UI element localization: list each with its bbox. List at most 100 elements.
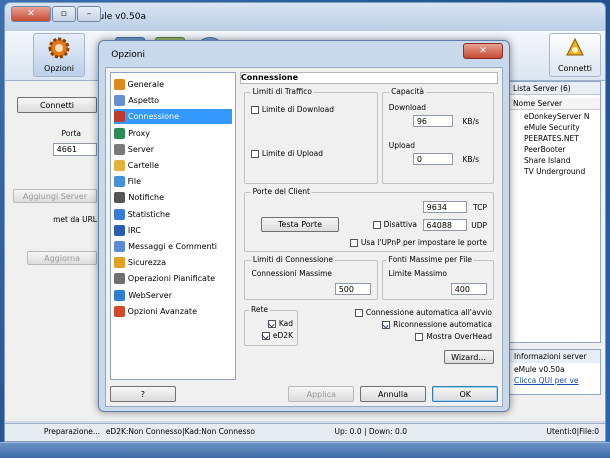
help-button[interactable]: ?: [110, 386, 176, 402]
tree-item-scheduler[interactable]: Operazioni Pianificate: [114, 271, 232, 286]
download-limit-option[interactable]: Limite di Download: [251, 105, 334, 114]
server-row[interactable]: eDonkeyServer N: [510, 112, 600, 123]
tree-item-folders[interactable]: Cartelle: [114, 158, 232, 173]
upload-limit-option[interactable]: Limite di Upload: [251, 149, 323, 158]
tcp-port-field[interactable]: 9634: [423, 201, 467, 213]
server-row[interactable]: TV Underground: [510, 167, 600, 178]
scheduler-icon: [114, 273, 125, 285]
tcp-label: TCP: [473, 203, 487, 212]
max-sources-label: Fonti Massime per File: [387, 255, 475, 264]
show-overhead-label: Mostra OverHead: [426, 332, 492, 341]
irc-icon: [114, 224, 125, 236]
tree-item-label: Operazioni Pianificate: [128, 274, 216, 284]
download-capacity-field[interactable]: 96: [413, 115, 453, 127]
capacity-group: Capacità Download 96 KB/s Upload 0 KB/s: [382, 87, 494, 184]
minimize-button[interactable]: –: [77, 6, 101, 22]
upload-capacity-field[interactable]: 0: [413, 153, 453, 165]
test-ports-button[interactable]: Testa Porte: [261, 217, 339, 232]
tree-item-proxy[interactable]: Proxy: [114, 126, 232, 141]
section-header: Connessione: [240, 72, 498, 84]
general-icon: [114, 79, 125, 90]
tree-item-label: Connessione: [128, 112, 179, 122]
ed2k-option[interactable]: eD2K: [261, 331, 293, 340]
server-row[interactable]: PEERATES.NET: [510, 134, 600, 145]
messages-icon: [114, 241, 125, 252]
disable-udp-checkbox[interactable]: [372, 220, 381, 229]
show-overhead-checkbox[interactable]: [415, 332, 424, 341]
tree-item-advanced[interactable]: Opzioni Avanzate: [114, 304, 232, 319]
tree-item-webserver[interactable]: WebServer: [114, 288, 232, 303]
reconnect-option[interactable]: Riconnessione automatica: [382, 320, 492, 329]
ok-button[interactable]: OK: [432, 386, 498, 402]
upnp-label: Usa l'UPnP per impostare le porte: [360, 238, 487, 247]
taskbar: [0, 442, 610, 458]
tree-item-general[interactable]: Generale: [114, 77, 232, 92]
dialog-close-button[interactable]: ✕: [463, 43, 503, 59]
tree-item-label: Opzioni Avanzate: [128, 306, 198, 316]
port-field[interactable]: 4661: [53, 143, 97, 156]
side-pane: Connetti Porta 4661 Aggiungi Server met …: [9, 85, 101, 385]
wizard-button[interactable]: Wizard...: [444, 350, 494, 364]
status-bar: Utenti:0|File:0 Up: 0.0 | Down: 0.0 eD2K…: [5, 423, 605, 441]
server-row[interactable]: Share Island: [510, 156, 600, 167]
max-limit-label: Limite Massimo: [389, 269, 448, 278]
tree-item-irc[interactable]: IRC: [114, 223, 232, 238]
capacity-group-label: Capacità: [389, 87, 426, 96]
toolbar-connect-button[interactable]: Connetti: [549, 33, 601, 77]
apply-button[interactable]: Applica: [288, 386, 354, 402]
tree-item-statistics[interactable]: Statistiche: [114, 207, 232, 222]
tree-item-file[interactable]: File: [114, 174, 232, 189]
auto-connect-checkbox[interactable]: [354, 308, 363, 317]
tree-item-messages[interactable]: Messaggi e Commenti: [114, 239, 232, 254]
maximize-button[interactable]: ▫: [52, 6, 76, 22]
upload-unit: KB/s: [462, 155, 480, 164]
tree-item-appearance[interactable]: Aspetto: [114, 93, 232, 108]
side-connect-button[interactable]: Connetti: [17, 97, 97, 113]
cancel-button[interactable]: Annulla: [360, 386, 426, 402]
disable-udp-option[interactable]: Disattiva: [372, 220, 417, 229]
statistics-icon: [114, 208, 125, 220]
kad-label: Kad: [278, 319, 293, 328]
tree-item-notifications[interactable]: Notifiche: [114, 190, 232, 205]
toolbar-options-button[interactable]: Opzioni: [33, 33, 85, 77]
mirrored-screen: eMule v0.50a – ▫ ✕ Connetti Opzioni List…: [0, 0, 610, 458]
tree-item-label: Aspetto: [128, 96, 159, 106]
server-column-header[interactable]: Nome Server: [510, 98, 600, 110]
ed2k-label: eD2K: [272, 331, 293, 340]
tree-item-connection[interactable]: Connessione: [114, 109, 232, 125]
upload-limit-checkbox[interactable]: [251, 149, 259, 158]
add-server-button[interactable]: Aggiungi Server: [13, 189, 97, 203]
kad-checkbox[interactable]: [267, 319, 276, 328]
auto-connect-option[interactable]: Connessione automatica all'avvio: [354, 308, 492, 317]
server-row[interactable]: eMule Security: [510, 123, 600, 134]
upnp-option[interactable]: Usa l'UPnP per impostare le porte: [349, 238, 487, 247]
server-info-version: eMule v0.50a: [514, 365, 565, 374]
update-met-button[interactable]: Aggiorna: [27, 251, 97, 265]
tree-item-label: Cartelle: [128, 161, 160, 170]
max-sources-group: Fonti Massime per File Limite Massimo 40…: [382, 255, 494, 300]
tree-item-label: File: [128, 177, 142, 187]
udp-port-field[interactable]: 64088: [423, 219, 467, 231]
max-connections-field[interactable]: 500: [335, 283, 371, 295]
ed2k-checkbox[interactable]: [261, 331, 270, 340]
appearance-icon: [114, 95, 125, 107]
download-limit-checkbox[interactable]: [251, 105, 259, 114]
upnp-checkbox[interactable]: [349, 238, 358, 247]
server-info-link[interactable]: Clicca QUI per ve: [510, 376, 600, 385]
max-connections-label: Connessioni Massime: [251, 269, 332, 278]
tree-item-security[interactable]: Sicurezza: [114, 255, 232, 270]
max-sources-field[interactable]: 400: [451, 283, 487, 295]
show-overhead-option[interactable]: Mostra OverHead: [415, 332, 492, 341]
download-label: Download: [389, 103, 427, 112]
status-message: Preparazione...: [43, 427, 100, 436]
kad-option[interactable]: Kad: [267, 319, 293, 328]
close-button[interactable]: ✕: [11, 6, 51, 22]
server-row[interactable]: PeerBooter: [510, 145, 600, 156]
server-list-tab[interactable]: Lista Server (6): [510, 82, 600, 95]
tree-item-server[interactable]: Server: [114, 142, 232, 157]
client-ports-label: Porte del Client: [251, 187, 313, 196]
traffic-limits-label: Limiti di Traffico: [251, 87, 315, 96]
reconnect-checkbox[interactable]: [382, 320, 391, 329]
advanced-icon: [114, 305, 125, 317]
reconnect-label: Riconnessione automatica: [393, 320, 492, 329]
